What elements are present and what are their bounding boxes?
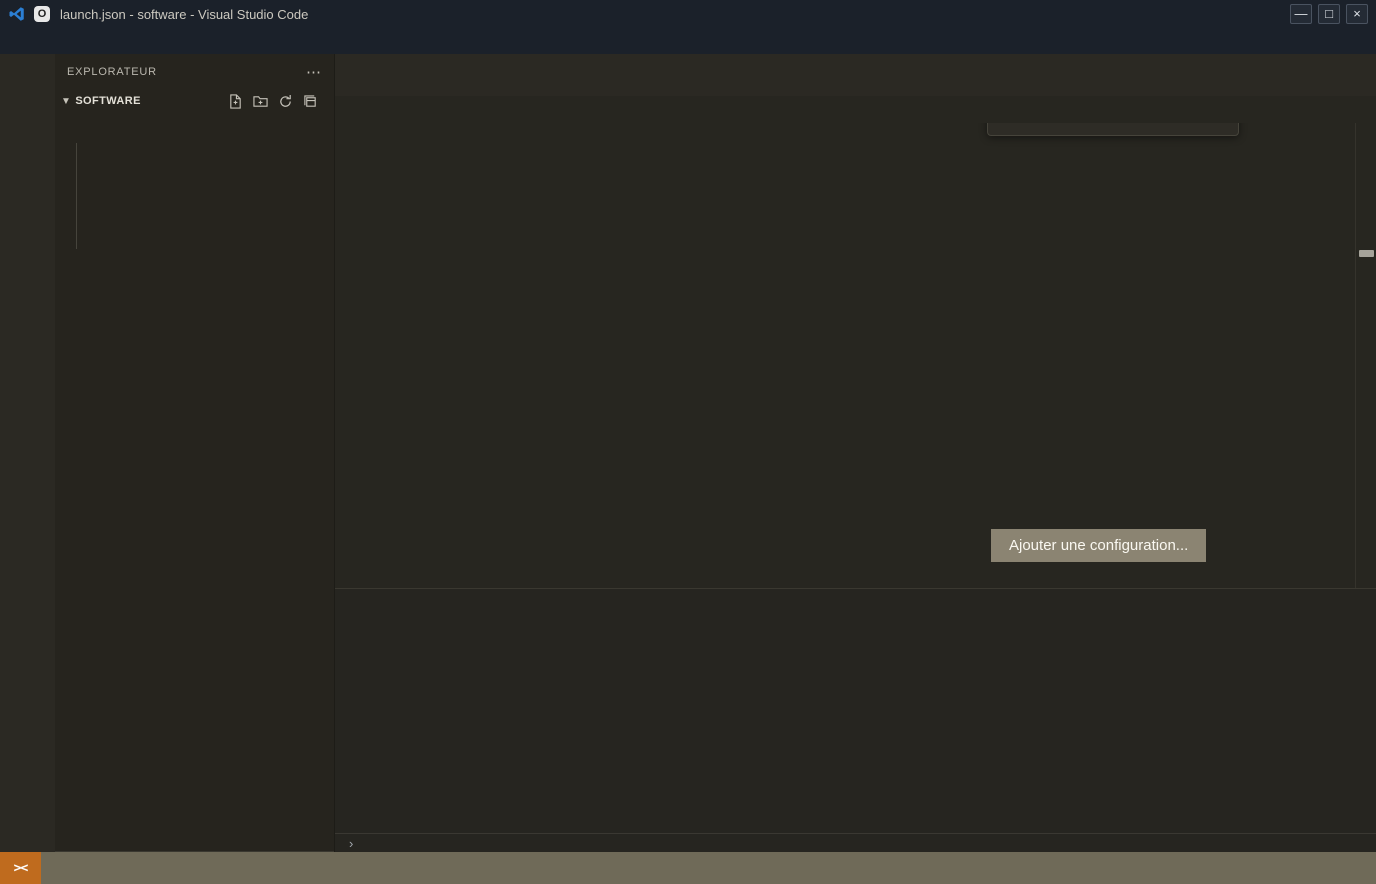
remote-indicator[interactable]: >< [0, 852, 41, 884]
collapse-all-icon[interactable] [303, 94, 318, 109]
panel-tab-bar [335, 589, 1376, 625]
editor-scrollbar[interactable] [1355, 123, 1376, 588]
sidebar-more-icon[interactable]: ⋯ [306, 63, 322, 81]
indent-guide [76, 143, 77, 249]
minimap[interactable] [1240, 123, 1355, 588]
file-tree [55, 113, 334, 851]
breadcrumb[interactable] [335, 96, 1376, 123]
maximize-button[interactable]: □ [1318, 4, 1340, 24]
close-button[interactable]: × [1346, 4, 1368, 24]
bottom-panel: › [335, 588, 1376, 852]
new-file-icon[interactable] [228, 94, 243, 109]
vscode-logo-icon [8, 5, 26, 23]
app-window-icon: O [34, 6, 50, 22]
prompt-chevron-icon: › [349, 836, 353, 851]
activity-bar [0, 54, 55, 852]
editor-tab-bar [335, 54, 1376, 96]
sidebar-bottom-sections [55, 851, 334, 852]
new-folder-icon[interactable] [253, 94, 268, 109]
refresh-icon[interactable] [278, 94, 293, 109]
debug-console-input[interactable]: › [335, 833, 1376, 852]
workspace-section[interactable]: ▼ SOFTWARE [55, 89, 334, 113]
workspace-name: SOFTWARE [75, 95, 141, 107]
add-configuration-button[interactable]: Ajouter une configuration... [991, 529, 1206, 562]
sidebar-title: EXPLORATEUR [67, 66, 157, 78]
code-editor[interactable]: Ajouter une configuration... [335, 123, 1376, 588]
chevron-down-icon: ▼ [61, 96, 71, 107]
vscode-window: O launch.json - software - Visual Studio… [0, 0, 1376, 884]
explorer-sidebar: EXPLORATEUR ⋯ ▼ SOFTWARE [55, 54, 335, 852]
window-title: launch.json - software - Visual Studio C… [60, 7, 308, 22]
titlebar: O launch.json - software - Visual Studio… [0, 0, 1376, 28]
minimize-button[interactable]: — [1290, 4, 1312, 24]
debug-console-output[interactable] [335, 625, 1376, 833]
status-bar: >< [0, 852, 1376, 884]
menubar [0, 28, 1376, 54]
debug-toolbar [987, 123, 1239, 136]
scrollbar-thumb[interactable] [1359, 250, 1374, 257]
